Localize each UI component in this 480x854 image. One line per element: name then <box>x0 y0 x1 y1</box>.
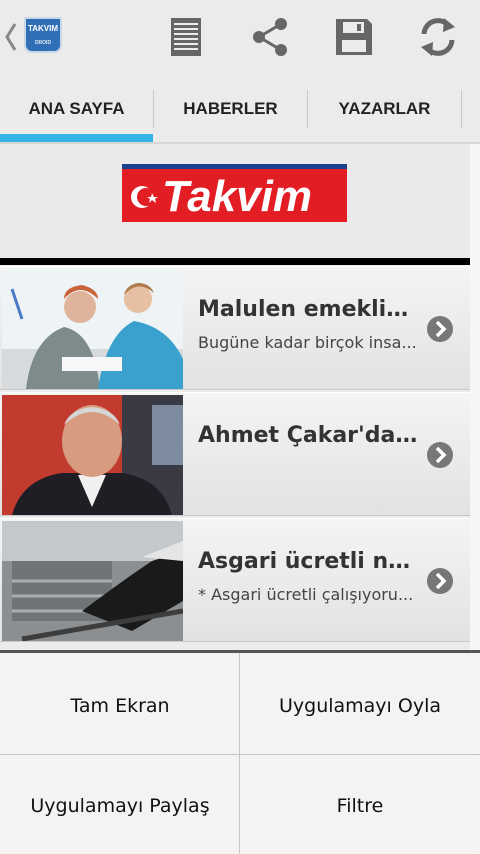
menu-item-label: Filtre <box>336 795 384 817</box>
banner: Takvim <box>0 144 470 258</box>
options-menu: Tam Ekran Uygulamayı Oyla Uygulamayı Pay… <box>0 650 480 854</box>
news-thumbnail <box>2 269 183 389</box>
news-thumbnail <box>2 521 183 641</box>
banner-divider <box>0 258 470 265</box>
news-subtitle: * Asgari ücretli çalışıyoru... <box>198 585 414 604</box>
takvim-logo-text: Takvim <box>162 172 312 221</box>
menu-item-uygulamayi-paylas[interactable]: Uygulamayı Paylaş <box>0 756 240 854</box>
share-icon[interactable] <box>247 14 293 60</box>
tab-yazarlar[interactable]: YAZARLAR <box>308 74 461 144</box>
back-chevron-icon[interactable] <box>4 20 18 54</box>
news-title: Ahmet Çakar'dan... <box>198 423 420 448</box>
list-icon[interactable] <box>163 14 209 60</box>
chevron-right-icon[interactable] <box>426 441 454 469</box>
tab-divider <box>461 90 462 128</box>
tab-bar: ANA SAYFA HABERLER YAZARLAR <box>0 74 480 144</box>
menu-item-uygulamayi-oyla[interactable]: Uygulamayı Oyla <box>240 656 480 756</box>
tab-label: ANA SAYFA <box>28 99 125 118</box>
news-thumbnail <box>2 395 183 515</box>
menu-item-label: Tam Ekran <box>70 695 170 717</box>
refresh-icon[interactable] <box>415 14 461 60</box>
action-bar: TAKVIM DROID <box>0 0 480 74</box>
tab-label: YAZARLAR <box>338 99 431 118</box>
tab-label: HABERLER <box>183 99 278 118</box>
app-logo-subtext: DROID <box>34 40 52 46</box>
tab-haberler[interactable]: HABERLER <box>154 74 307 144</box>
chevron-right-icon[interactable] <box>426 567 454 595</box>
app-logo-text: TAKVIM <box>27 24 59 33</box>
news-subtitle: Bugüne kadar birçok insa... <box>198 333 417 352</box>
menu-item-label: Uygulamayı Oyla <box>278 695 441 717</box>
selected-tab-indicator <box>0 134 153 142</box>
news-title: Asgari ücretli ne ... <box>198 549 420 574</box>
news-item[interactable]: Ahmet Çakar'dan... <box>0 392 470 516</box>
takvim-logo[interactable]: Takvim <box>122 164 347 222</box>
news-item[interactable]: Malulen emekliy... Bugüne kadar birçok i… <box>0 266 470 390</box>
menu-item-filtre[interactable]: Filtre <box>240 756 480 854</box>
save-icon[interactable] <box>331 14 377 60</box>
news-item[interactable]: Asgari ücretli ne ... * Asgari ücretli ç… <box>0 518 470 642</box>
menu-item-label: Uygulamayı Paylaş <box>30 795 210 817</box>
news-title: Malulen emekliy... <box>198 297 420 322</box>
chevron-right-icon[interactable] <box>426 315 454 343</box>
app-logo[interactable]: TAKVIM DROID <box>24 17 62 53</box>
menu-item-tam-ekran[interactable]: Tam Ekran <box>0 656 240 756</box>
